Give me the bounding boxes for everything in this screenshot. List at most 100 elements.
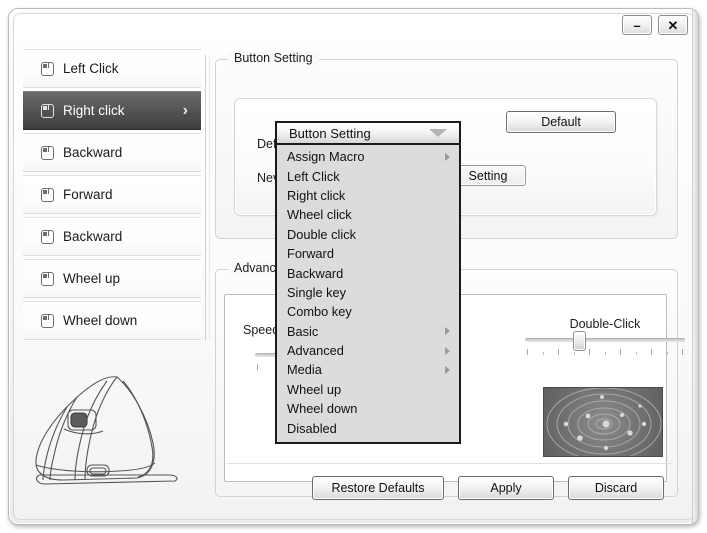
combobox-option-label: Backward [287,265,344,281]
mouse-button-icon [41,229,54,244]
submenu-arrow-icon [445,152,450,161]
slider-tick [542,352,544,355]
mouse-button-icon [41,145,54,160]
combobox-option-label: Wheel down [287,401,358,417]
default-button[interactable]: Default [506,111,616,133]
slider-tick [573,352,575,355]
combobox-option-label: Advanced [287,343,344,359]
key-setting-button[interactable]: Setting [450,165,526,186]
application-window: – ✕ Left Click Right click › Backward Forwar… [8,8,699,525]
restore-defaults-button[interactable]: Restore Defaults [312,476,444,500]
sidebar-item-label: Left Click [63,61,119,76]
combobox-option-label: Right click [287,187,346,203]
window-right-edge [692,9,698,524]
combobox-option-backward[interactable]: Backward [277,263,459,282]
chevron-down-icon [429,129,447,137]
sidebar-item-wheel-up[interactable]: Wheel up [23,259,201,298]
submenu-arrow-icon [445,327,450,336]
mouse-button-icon [41,313,54,328]
sidebar-item-forward[interactable]: Forward [23,175,201,214]
slider-tick [589,349,590,355]
mouse-button-icon [41,187,54,202]
pane-divider-highlight [209,55,210,340]
combobox-option-label: Basic [287,323,319,339]
sidebar-item-right-click[interactable]: Right click › [23,91,201,130]
double-click-test-area[interactable] [543,387,663,457]
combobox-option-label: Double click [287,226,356,242]
slider-tick [651,349,652,355]
combobox-option-label: Single key [287,284,347,300]
mouse-illustration [35,376,178,485]
slider-tick [257,364,258,370]
mouse-button-icon [41,61,54,76]
combobox-option-disabled[interactable]: Disabled [277,418,459,437]
mouse-button-icon [41,271,54,286]
combobox-option-label: Combo key [287,304,352,320]
settings-content: Button Setting Def Nev Default Setting A… [215,47,685,510]
combobox-option-basic[interactable]: Basic [277,322,459,341]
slider-tick [527,349,528,355]
combobox-option-label: Forward [287,246,334,262]
combobox-option-media[interactable]: Media [277,360,459,379]
double-click-label: Double-Click [569,317,641,331]
double-click-slider-track[interactable] [525,331,685,351]
sidebar-item-backward[interactable]: Backward [23,133,201,172]
minimize-icon: – [633,17,641,33]
combobox-dropdown-list: Assign Macro Left Click Right click Wheel c… [275,145,461,444]
button-setting-combobox: Button Setting Assign Macro Left Click Rig… [275,121,461,444]
slider-tick [682,349,683,355]
combobox-option-double-click[interactable]: Double click [277,225,459,244]
sidebar-item-label: Forward [63,187,113,202]
combobox-option-label: Assign Macro [287,149,365,165]
sidebar-item-backward[interactable]: Backward [23,217,201,256]
button-setting-group-title: Button Setting [228,51,319,65]
apply-button[interactable]: Apply [458,476,554,500]
minimize-button[interactable]: – [622,15,652,35]
speed-label: Speed [243,323,280,337]
sidebar-item-left-click[interactable]: Left Click [23,49,201,88]
combobox-option-left-click[interactable]: Left Click [277,166,459,185]
combobox-option-wheel-click[interactable]: Wheel click [277,205,459,224]
pane-divider [205,55,206,340]
titlebar-controls: – ✕ [622,15,688,35]
combobox-option-assign-macro[interactable]: Assign Macro [277,147,459,166]
sidebar-item-label: Wheel up [63,271,121,286]
sidebar-item-wheel-down[interactable]: Wheel down [23,301,201,340]
slider-tick [558,349,559,355]
footer-actions: Restore Defaults Apply Discard [215,476,672,500]
slider-tick [620,349,621,355]
sidebar-item-label: Right click [63,103,125,118]
double-click-slider-ticks [525,349,685,355]
combobox-option-wheel-up[interactable]: Wheel up [277,380,459,399]
button-assignment-list: Left Click Right click › Backward Forward Bac… [23,49,201,340]
slider-tick [666,352,668,355]
chevron-right-icon: › [182,101,188,119]
combobox-option-label: Wheel up [287,381,342,397]
default-field-label: Def [257,137,277,151]
combobox-option-label: Media [287,362,322,378]
footer-separator [227,463,672,464]
slider-tick [635,352,637,355]
sidebar-item-label: Wheel down [63,313,138,328]
combobox-header[interactable]: Button Setting [275,121,461,145]
combobox-option-single-key[interactable]: Single key [277,283,459,302]
combobox-option-advanced[interactable]: Advanced [277,341,459,360]
close-button[interactable]: ✕ [658,15,688,35]
submenu-arrow-icon [445,365,450,374]
combobox-option-label: Disabled [287,420,337,436]
discard-button[interactable]: Discard [568,476,664,500]
close-icon: ✕ [667,17,679,33]
sidebar-item-label: Backward [63,229,123,244]
double-click-slider-thumb[interactable] [573,331,586,351]
combobox-option-right-click[interactable]: Right click [277,186,459,205]
combobox-selected-value: Button Setting [289,125,371,141]
sidebar-item-label: Backward [63,145,123,160]
mouse-button-icon [41,103,54,118]
combobox-option-forward[interactable]: Forward [277,244,459,263]
combobox-option-label: Wheel click [287,207,352,223]
submenu-arrow-icon [445,346,450,355]
combobox-option-combo-key[interactable]: Combo key [277,302,459,321]
combobox-option-label: Left Click [287,168,340,184]
slider-tick [604,352,606,355]
combobox-option-wheel-down[interactable]: Wheel down [277,399,459,418]
